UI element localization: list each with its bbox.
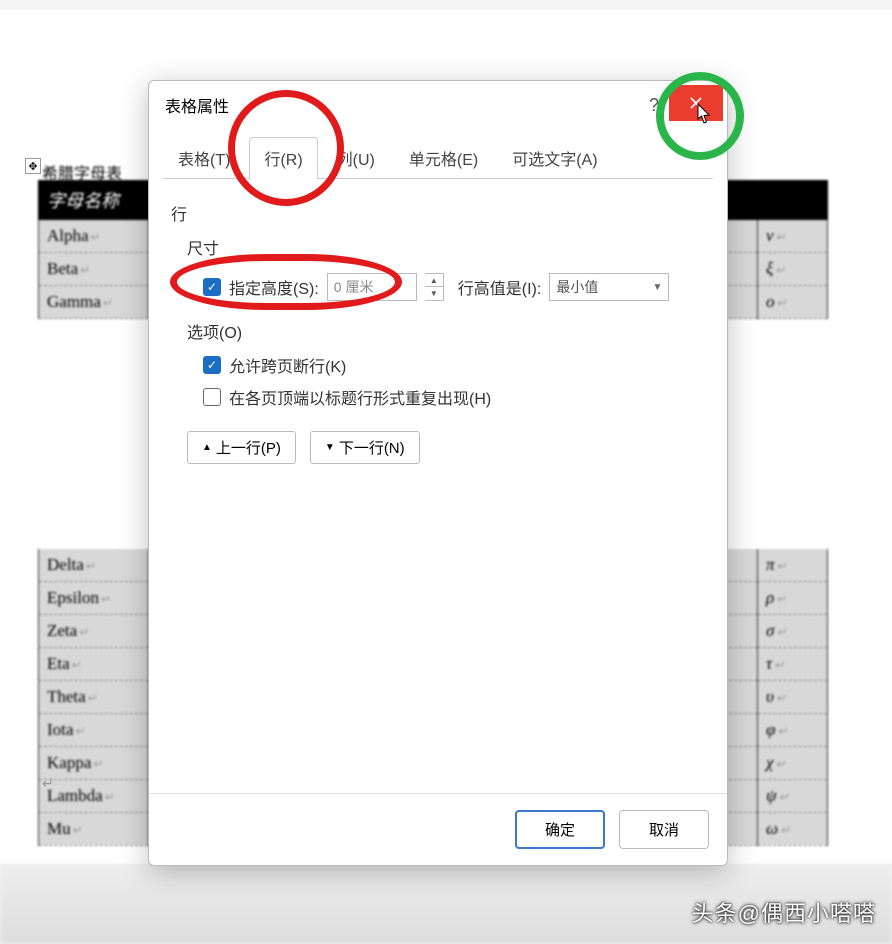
table-header-sym [758,181,828,220]
height-is-label: 行高值是(I): [458,275,542,299]
height-is-value: 最小值 [556,277,598,297]
cell-symbol: υ↵ [758,680,828,713]
watermark-text: 头条@偶西小嗒嗒 [692,896,876,928]
height-spinner[interactable]: ▲ ▼ [425,273,444,301]
dialog-title: 表格属性 [165,93,229,117]
cell-name: Zeta↵ [39,614,149,647]
cell-name: Mu↵ [39,812,149,845]
next-row-button[interactable]: ▼ 下一行(N) [310,431,420,464]
cell-symbol: ο↵ [758,286,828,319]
cell-symbol: χ↵ [758,746,828,779]
height-input[interactable]: 0 厘米 [327,273,417,301]
cancel-button[interactable]: 取消 [619,810,709,849]
spinner-down-icon[interactable]: ▼ [425,287,443,300]
tab-alt-text[interactable]: 可选文字(A) [497,137,612,178]
allow-break-row: ✓ 允许跨页断行(K) [203,353,705,377]
cell-symbol: ψ↵ [758,779,828,812]
cell-symbol: ξ↵ [758,253,828,286]
chevron-down-icon: ▼ [652,282,662,293]
cell-name: Eta↵ [39,647,149,680]
cell-symbol: τ↵ [758,647,828,680]
repeat-header-row: 在各页顶端以标题行形式重复出现(H) [203,385,705,409]
cursor-icon [697,103,715,125]
cell-name: Epsilon↵ [39,581,149,614]
specify-height-label: 指定高度(S): [229,275,319,299]
cell-symbol: ρ↵ [758,581,828,614]
cell-name: Lambda↵ [39,779,149,812]
row-nav: ▲ 上一行(P) ▼ 下一行(N) [187,431,705,464]
next-row-label: 下一行(N) [339,437,405,458]
dialog-body: 行 尺寸 ✓ 指定高度(S): 0 厘米 ▲ ▼ 行高值是(I): 最小值 ▼ … [149,179,727,793]
cell-name: Iota↵ [39,713,149,746]
cell-symbol: φ↵ [758,713,828,746]
cell-symbol: ν↵ [758,220,828,253]
prev-row-button[interactable]: ▲ 上一行(P) [187,431,296,464]
allow-break-checkbox[interactable]: ✓ [203,356,221,374]
table-properties-dialog: 表格属性 ? 表格(T) 行(R) 列(U) 单元格(E) 可选文字(A) 行 … [148,80,728,866]
specify-height-checkbox[interactable]: ✓ [203,278,221,296]
help-button[interactable]: ? [639,91,669,120]
cell-name: Kappa↵ [39,746,149,779]
dialog-footer: 确定 取消 [149,793,727,865]
cell-name: Gamma↵ [39,286,149,319]
repeat-header-checkbox[interactable] [203,388,221,406]
repeat-header-label: 在各页顶端以标题行形式重复出现(H) [229,385,491,409]
tab-table[interactable]: 表格(T) [163,137,245,178]
dialog-titlebar: 表格属性 ? [149,81,727,129]
triangle-up-icon: ▲ [202,442,212,453]
cell-name: Alpha↵ [39,220,149,253]
ok-button[interactable]: 确定 [515,810,605,849]
prev-row-label: 上一行(P) [216,437,281,458]
row-section-label: 行 [171,201,705,225]
table-move-handle-icon[interactable]: ✥ [25,158,41,174]
size-section-label: 尺寸 [187,235,705,259]
allow-break-label: 允许跨页断行(K) [229,353,346,377]
tab-cell[interactable]: 单元格(E) [394,137,493,178]
options-section-label: 选项(O) [187,319,705,343]
close-icon [689,96,703,110]
cell-name: Beta↵ [39,253,149,286]
height-is-select[interactable]: 最小值 ▼ [549,273,669,301]
cell-symbol: π↵ [758,549,828,582]
cell-name: Theta↵ [39,680,149,713]
close-button[interactable] [669,85,723,121]
cell-symbol: ω↵ [758,812,828,845]
tab-column[interactable]: 列(U) [322,137,390,178]
cell-name: Delta↵ [39,549,149,582]
cell-symbol: σ↵ [758,614,828,647]
table-header-name: 字母名称 [39,181,149,220]
spinner-up-icon[interactable]: ▲ [425,274,443,287]
tab-row[interactable]: 行(R) [249,137,317,178]
specify-height-row: ✓ 指定高度(S): 0 厘米 ▲ ▼ 行高值是(I): 最小值 ▼ [203,273,705,301]
paragraph-end-mark: ↵ [42,775,54,792]
triangle-down-icon: ▼ [325,442,335,453]
dialog-tabs: 表格(T) 行(R) 列(U) 单元格(E) 可选文字(A) [149,129,727,178]
